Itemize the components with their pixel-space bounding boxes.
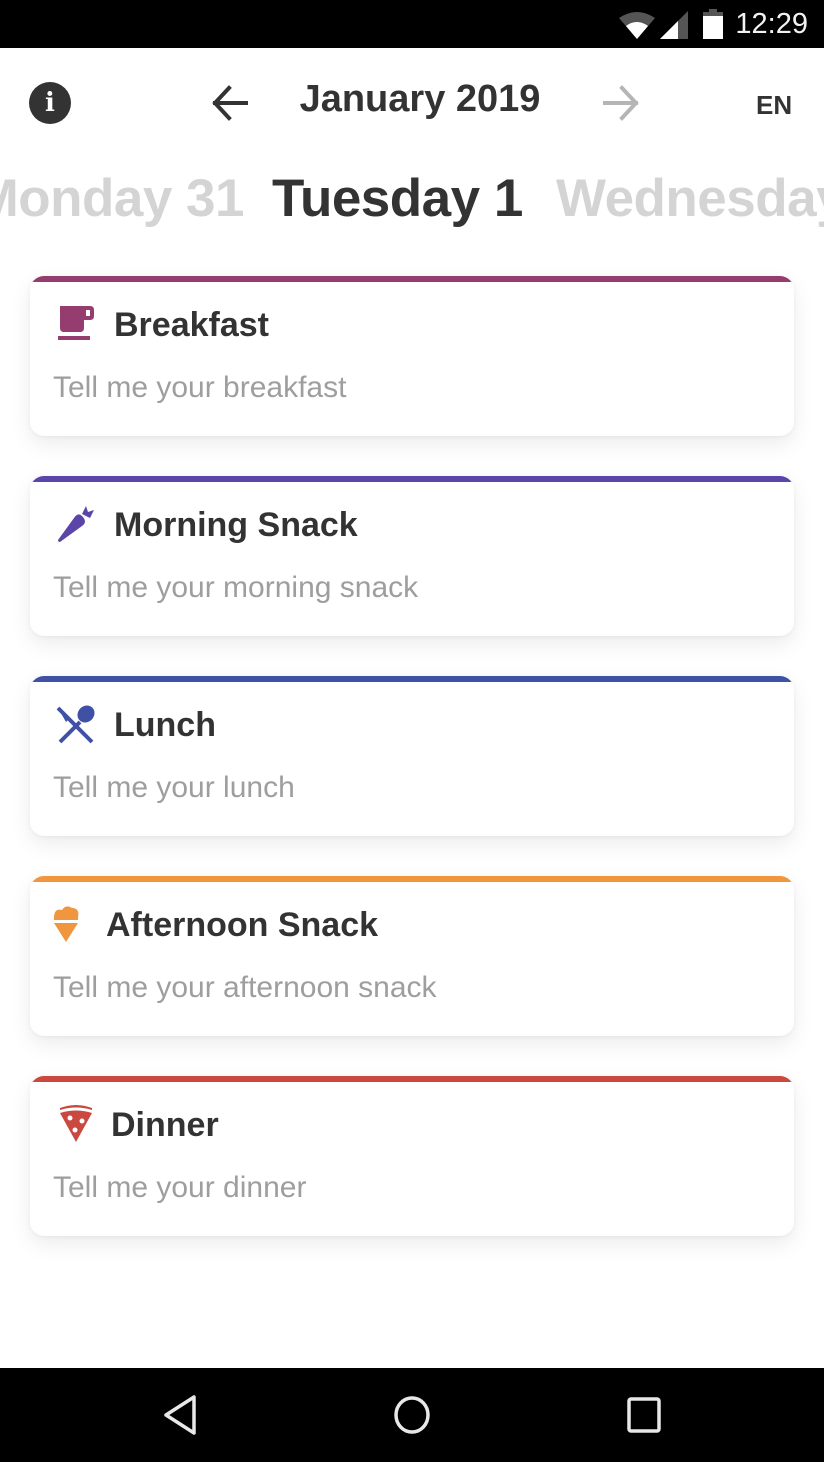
meal-card-afternoon-snack[interactable]: Afternoon Snack: [30, 876, 794, 1036]
next-month-button[interactable]: [601, 84, 641, 122]
meal-title: Breakfast: [114, 306, 269, 344]
meal-title: Dinner: [111, 1106, 219, 1144]
carrot-icon: [58, 506, 94, 542]
card-accent-bar: [30, 876, 794, 882]
card-accent-bar: [30, 676, 794, 682]
meal-card-lunch[interactable]: Lunch: [30, 676, 794, 836]
utensils-icon: [56, 705, 95, 744]
meal-title: Morning Snack: [114, 506, 358, 544]
prev-month-button[interactable]: [210, 84, 250, 122]
recents-icon[interactable]: [626, 1394, 662, 1436]
arrow-left-icon: [212, 85, 248, 121]
day-carousel[interactable]: Monday 31 Tuesday 1 Wednesday 2: [0, 168, 824, 248]
meal-card-breakfast[interactable]: Breakfast: [30, 276, 794, 436]
meal-card-dinner[interactable]: Dinner: [30, 1076, 794, 1236]
meal-card-morning-snack[interactable]: Morning Snack: [30, 476, 794, 636]
info-button[interactable]: i: [29, 82, 71, 124]
afternoon-snack-input[interactable]: [51, 970, 775, 1006]
card-accent-bar: [30, 276, 794, 282]
lunch-input[interactable]: [51, 770, 775, 806]
meal-list: Breakfast Morning Snack Lunch Afternoon …: [30, 276, 794, 1276]
header: i January 2019 EN: [0, 48, 824, 158]
ice-cream-icon: [54, 906, 79, 942]
signal-icon: [660, 11, 688, 39]
home-icon[interactable]: [392, 1394, 432, 1436]
meal-title: Afternoon Snack: [106, 906, 379, 944]
clock: 12:29: [735, 8, 808, 40]
day-previous[interactable]: Monday 31: [0, 168, 245, 229]
back-icon[interactable]: [162, 1394, 198, 1436]
battery-icon: [703, 9, 723, 39]
wifi-icon: [619, 12, 655, 39]
coffee-cup-icon: [58, 306, 94, 340]
day-next[interactable]: Wednesday 2: [556, 168, 824, 229]
arrow-right-icon: [603, 85, 639, 121]
morning-snack-input[interactable]: [51, 570, 775, 606]
info-icon: i: [45, 88, 55, 118]
day-current: Tuesday 1: [272, 169, 523, 228]
pizza-slice-icon: [60, 1105, 92, 1142]
month-title: January 2019: [299, 78, 541, 120]
breakfast-input[interactable]: [51, 370, 775, 406]
status-bar: 12:29: [0, 0, 824, 48]
language-button[interactable]: EN: [756, 90, 792, 121]
card-accent-bar: [30, 1076, 794, 1082]
card-accent-bar: [30, 476, 794, 482]
system-nav-bar: [0, 1368, 824, 1462]
meal-title: Lunch: [114, 706, 216, 744]
dinner-input[interactable]: [51, 1170, 775, 1206]
